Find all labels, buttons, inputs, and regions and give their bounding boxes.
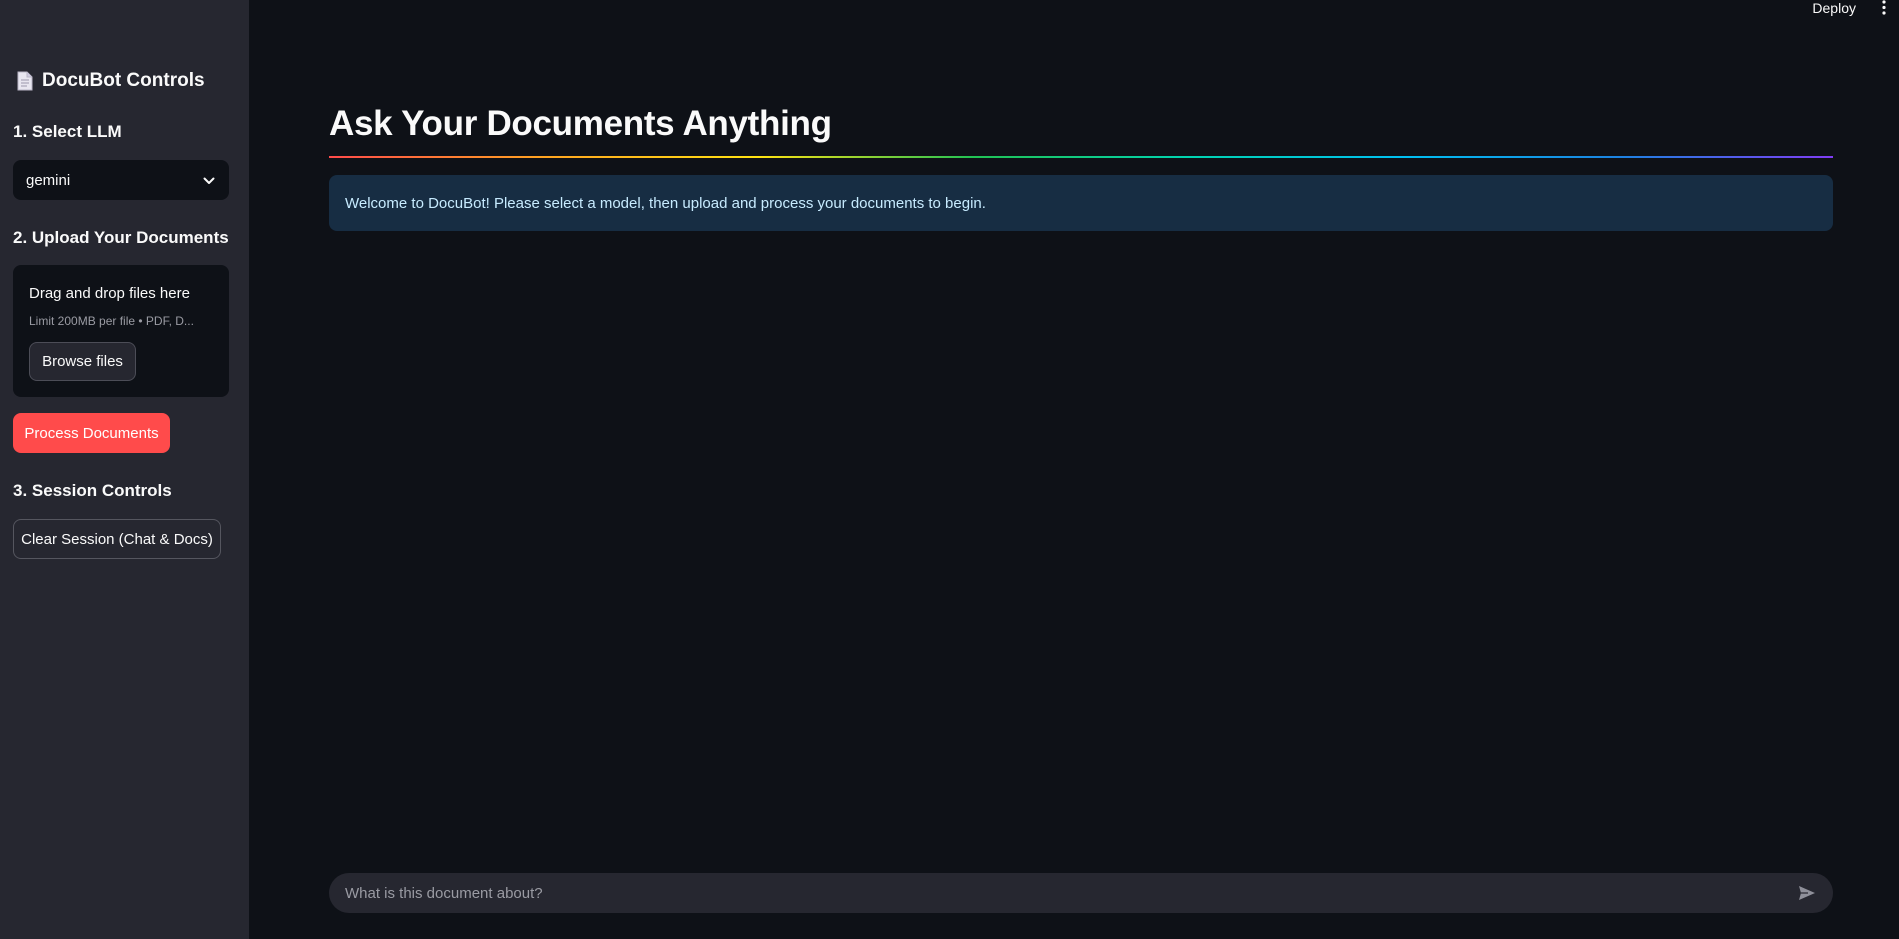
section-heading-session: 3. Session Controls [13,481,172,500]
llm-select-value: gemini [26,171,71,189]
uploader-limit-text: Limit 200MB per file • PDF, D... [29,314,194,328]
chat-input[interactable] [345,884,1797,902]
more-vertical-icon[interactable] [1877,0,1891,16]
file-uploader-dropzone[interactable]: Drag and drop files here Limit 200MB per… [13,265,229,397]
sidebar: DocuBot Controls 1. Select LLM gemini 2.… [0,0,249,939]
section-heading-select-llm: 1. Select LLM [13,122,122,141]
welcome-info-text: Welcome to DocuBot! Please select a mode… [345,194,986,212]
chat-input-container [329,873,1833,913]
document-icon [16,71,34,91]
chevron-down-icon [203,172,215,189]
llm-select[interactable]: gemini [13,160,229,200]
app-root: DocuBot Controls 1. Select LLM gemini 2.… [0,0,1899,939]
title-divider [329,156,1833,158]
deploy-button[interactable]: Deploy [1812,0,1856,16]
send-icon[interactable] [1797,883,1817,903]
page-title: Ask Your Documents Anything [329,104,832,143]
uploader-title: Drag and drop files here [29,285,190,302]
browse-files-button[interactable]: Browse files [29,342,136,381]
clear-session-button[interactable]: Clear Session (Chat & Docs) [13,519,221,559]
sidebar-title: DocuBot Controls [16,70,205,92]
section-heading-upload: 2. Upload Your Documents [13,228,229,247]
process-documents-button[interactable]: Process Documents [13,413,170,453]
welcome-info-alert: Welcome to DocuBot! Please select a mode… [329,175,1833,231]
sidebar-title-text: DocuBot Controls [42,70,205,91]
